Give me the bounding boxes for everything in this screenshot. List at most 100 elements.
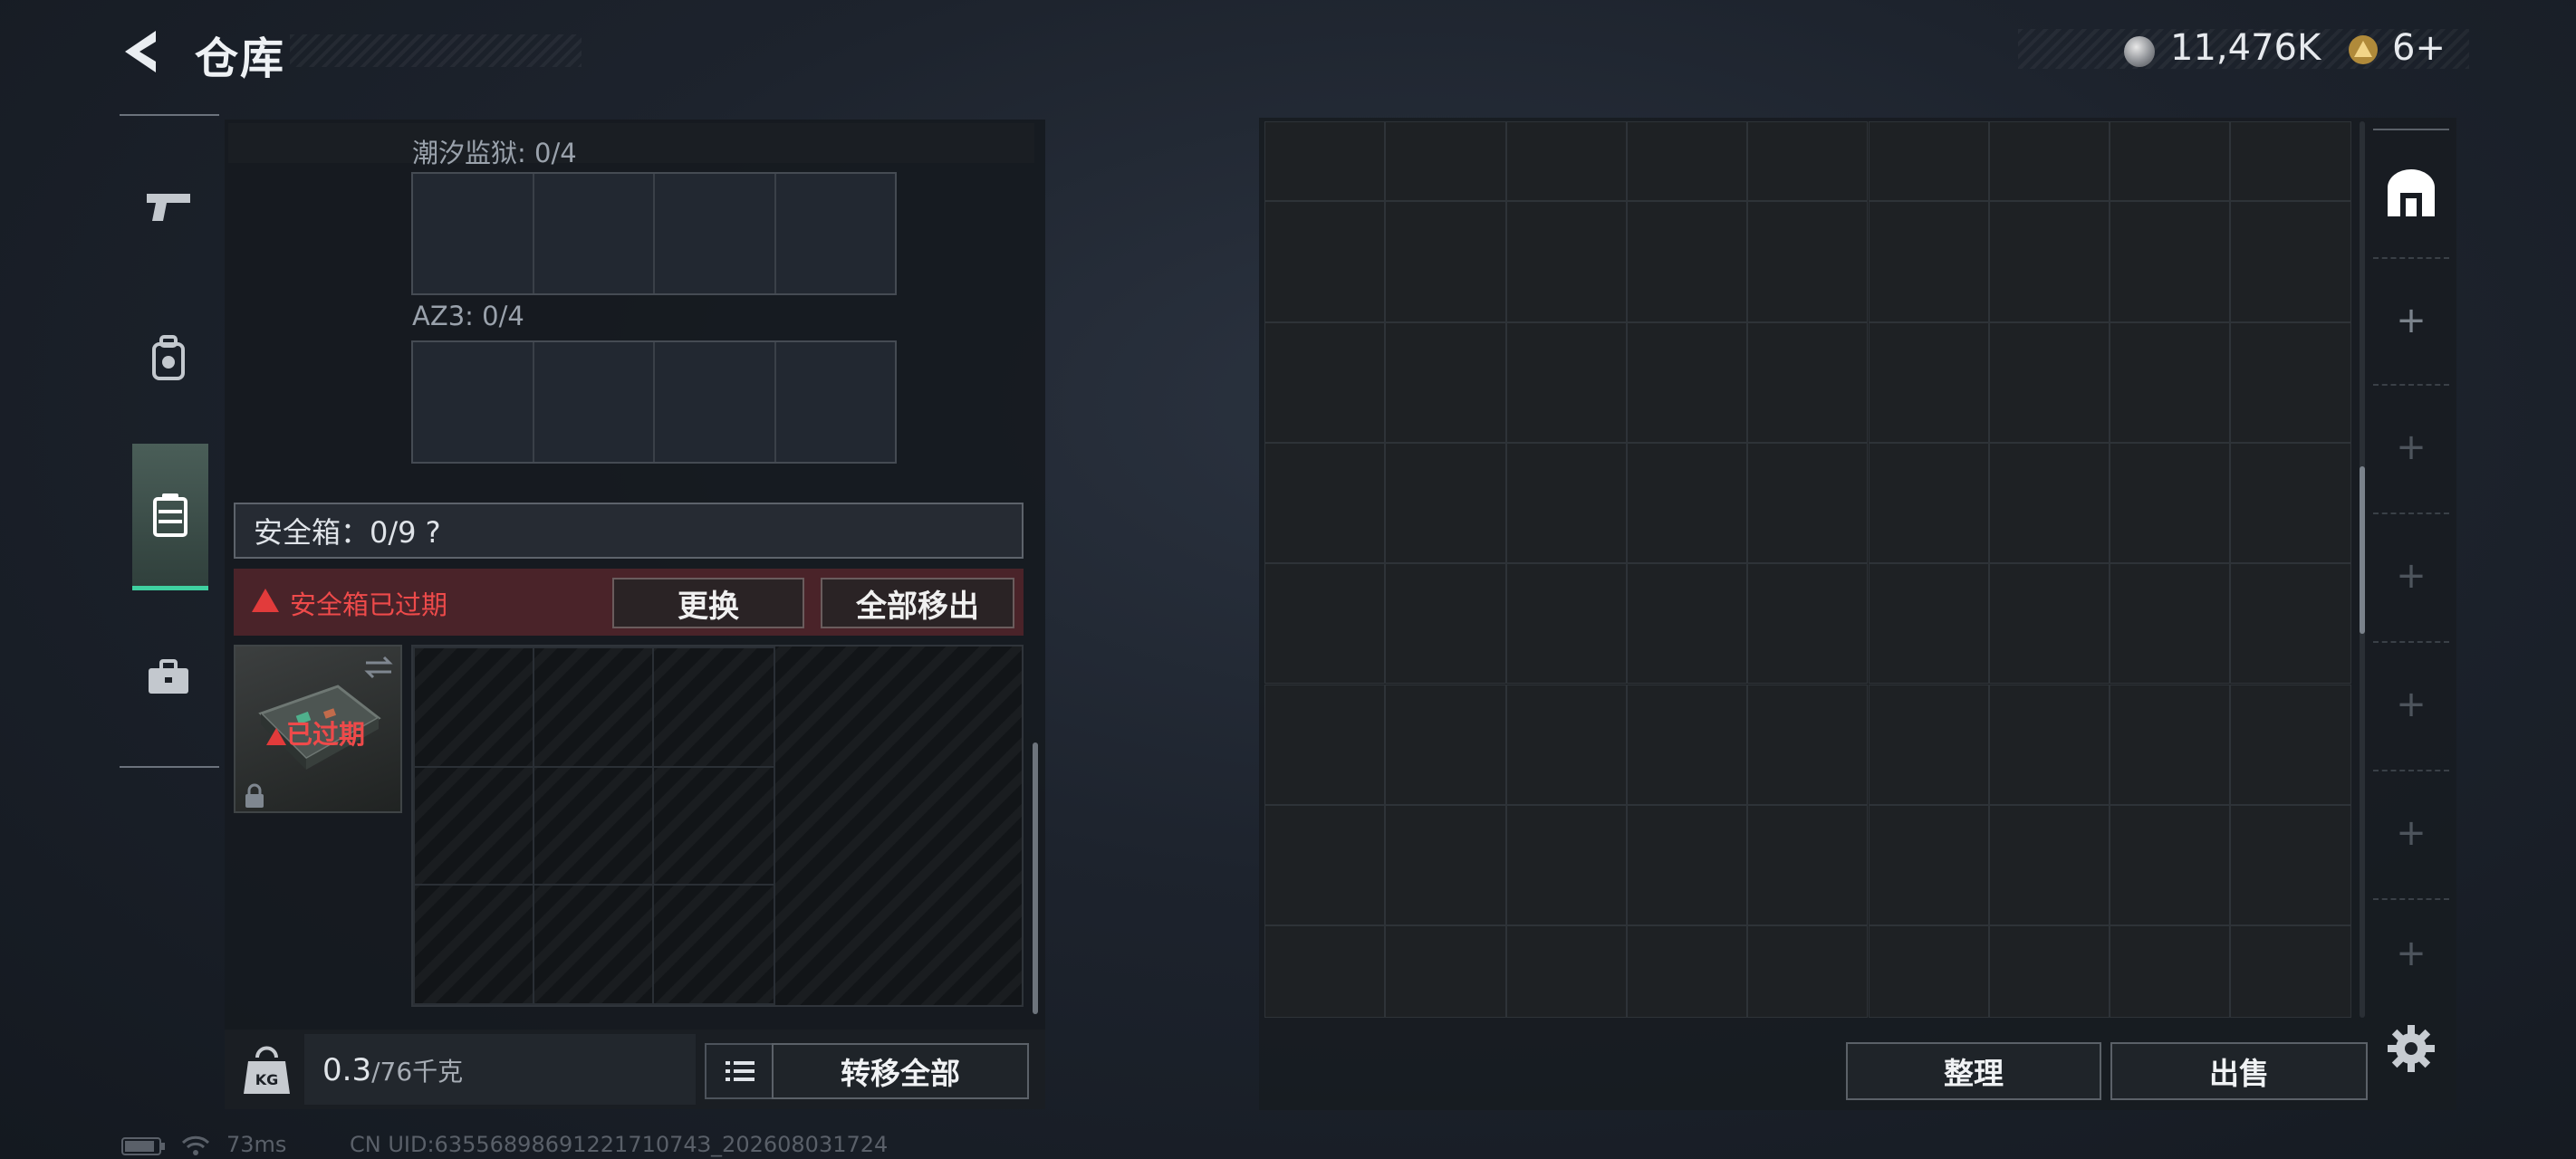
- stash-cell[interactable]: [1626, 804, 1748, 926]
- stash-tab-add-3[interactable]: +: [2373, 512, 2449, 637]
- nav-weapons[interactable]: [132, 170, 205, 243]
- stash-tab-add-4[interactable]: +: [2373, 641, 2449, 766]
- nav-backpack[interactable]: [132, 322, 205, 395]
- stash-cell[interactable]: [1868, 321, 1989, 443]
- stash-cell[interactable]: [2230, 321, 2351, 443]
- stash-cell[interactable]: [1264, 925, 1386, 1018]
- stash-cell[interactable]: [1988, 321, 2110, 443]
- stash-cell[interactable]: [1264, 684, 1386, 805]
- stash-cell[interactable]: [2110, 321, 2231, 443]
- stash-cell[interactable]: [1505, 684, 1627, 805]
- sell-button[interactable]: 出售: [2110, 1042, 2368, 1100]
- grid-cell[interactable]: [776, 174, 896, 293]
- stash-tab-main[interactable]: [2373, 129, 2449, 255]
- grid-cell[interactable]: [655, 342, 776, 462]
- currency-main-value[interactable]: 11,476K: [2170, 27, 2321, 69]
- stash-cell[interactable]: [1988, 121, 2110, 202]
- settings-gear-icon[interactable]: [2384, 1021, 2438, 1076]
- stash-cell[interactable]: [1988, 563, 2110, 685]
- nav-toolbox[interactable]: [132, 641, 205, 714]
- stash-cell[interactable]: [2230, 563, 2351, 685]
- stash-grid[interactable]: [1264, 121, 2351, 1018]
- stash-cell[interactable]: [1505, 121, 1627, 202]
- stash-cell[interactable]: [1385, 684, 1506, 805]
- stash-cell[interactable]: [1505, 925, 1627, 1018]
- stash-cell[interactable]: [1868, 563, 1989, 685]
- stash-cell[interactable]: [1988, 442, 2110, 564]
- stash-cell[interactable]: [1385, 563, 1506, 685]
- stash-cell[interactable]: [2230, 925, 2351, 1018]
- stash-cell[interactable]: [1385, 121, 1506, 202]
- stash-cell[interactable]: [1385, 925, 1506, 1018]
- stash-scrollbar[interactable]: [2360, 466, 2365, 634]
- stash-cell[interactable]: [1264, 442, 1386, 564]
- stash-cell[interactable]: [1747, 121, 1869, 202]
- stash-tab-add-6[interactable]: +: [2373, 898, 2449, 1007]
- stash-cell[interactable]: [1988, 925, 2110, 1018]
- slot-grid-tide-prison[interactable]: [411, 172, 897, 295]
- stash-cell[interactable]: [1868, 442, 1989, 564]
- stash-cell[interactable]: [1264, 804, 1386, 926]
- grid-cell[interactable]: [534, 342, 655, 462]
- stash-cell[interactable]: [2110, 804, 2231, 926]
- stash-cell[interactable]: [2110, 684, 2231, 805]
- grid-cell[interactable]: [534, 174, 655, 293]
- replace-button[interactable]: 更换: [612, 578, 804, 628]
- move-all-out-button[interactable]: 全部移出: [821, 578, 1014, 628]
- stash-cell[interactable]: [1868, 201, 1989, 322]
- stash-cell[interactable]: [1385, 804, 1506, 926]
- stash-cell[interactable]: [1868, 684, 1989, 805]
- stash-cell[interactable]: [1747, 321, 1869, 443]
- stash-cell[interactable]: [1747, 925, 1869, 1018]
- stash-cell[interactable]: [2110, 121, 2231, 202]
- stash-cell[interactable]: [1264, 321, 1386, 443]
- stash-cell[interactable]: [1505, 804, 1627, 926]
- stash-cell[interactable]: [2110, 925, 2231, 1018]
- list-view-button[interactable]: [705, 1043, 775, 1099]
- safe-box-item[interactable]: 已过期: [234, 645, 402, 813]
- stash-cell[interactable]: [2110, 563, 2231, 685]
- nav-safe-box[interactable]: [132, 444, 208, 590]
- stash-cell[interactable]: [1747, 684, 1869, 805]
- stash-cell[interactable]: [1385, 442, 1506, 564]
- stash-cell[interactable]: [2230, 804, 2351, 926]
- stash-cell[interactable]: [1626, 684, 1748, 805]
- stash-cell[interactable]: [1868, 804, 1989, 926]
- stash-cell[interactable]: [1264, 201, 1386, 322]
- stash-tab-add-1[interactable]: +: [2373, 257, 2449, 382]
- grid-cell[interactable]: [413, 342, 534, 462]
- left-scrollbar[interactable]: [1033, 742, 1038, 1014]
- stash-cell[interactable]: [1988, 684, 2110, 805]
- grid-cell[interactable]: [776, 342, 896, 462]
- stash-cell[interactable]: [2230, 684, 2351, 805]
- stash-cell[interactable]: [1626, 121, 1748, 202]
- stash-cell[interactable]: [1505, 321, 1627, 443]
- stash-cell[interactable]: [2230, 442, 2351, 564]
- stash-cell[interactable]: [1505, 201, 1627, 322]
- stash-cell[interactable]: [1747, 442, 1869, 564]
- safe-box-header[interactable]: 安全箱：0/9 ?: [234, 503, 1024, 559]
- stash-cell[interactable]: [1626, 563, 1748, 685]
- stash-cell[interactable]: [1988, 804, 2110, 926]
- stash-cell[interactable]: [2230, 201, 2351, 322]
- stash-cell[interactable]: [1747, 804, 1869, 926]
- stash-tab-add-2[interactable]: +: [2373, 384, 2449, 509]
- stash-cell[interactable]: [1868, 121, 1989, 202]
- safe-box-grid[interactable]: [411, 645, 1024, 1007]
- grid-cell[interactable]: [655, 174, 776, 293]
- swap-icon[interactable]: [362, 654, 395, 681]
- stash-tab-add-5[interactable]: +: [2373, 770, 2449, 895]
- slot-grid-az3[interactable]: [411, 340, 897, 464]
- back-button[interactable]: [118, 25, 172, 78]
- stash-cell[interactable]: [1385, 321, 1506, 443]
- stash-cell[interactable]: [1505, 563, 1627, 685]
- stash-cell[interactable]: [1264, 121, 1386, 202]
- stash-cell[interactable]: [1988, 201, 2110, 322]
- stash-cell[interactable]: [2110, 201, 2231, 322]
- stash-cell[interactable]: [1626, 321, 1748, 443]
- stash-cell[interactable]: [1626, 925, 1748, 1018]
- stash-cell[interactable]: [1505, 442, 1627, 564]
- stash-cell[interactable]: [2230, 121, 2351, 202]
- stash-cell[interactable]: [1868, 925, 1989, 1018]
- grid-cell[interactable]: [413, 174, 534, 293]
